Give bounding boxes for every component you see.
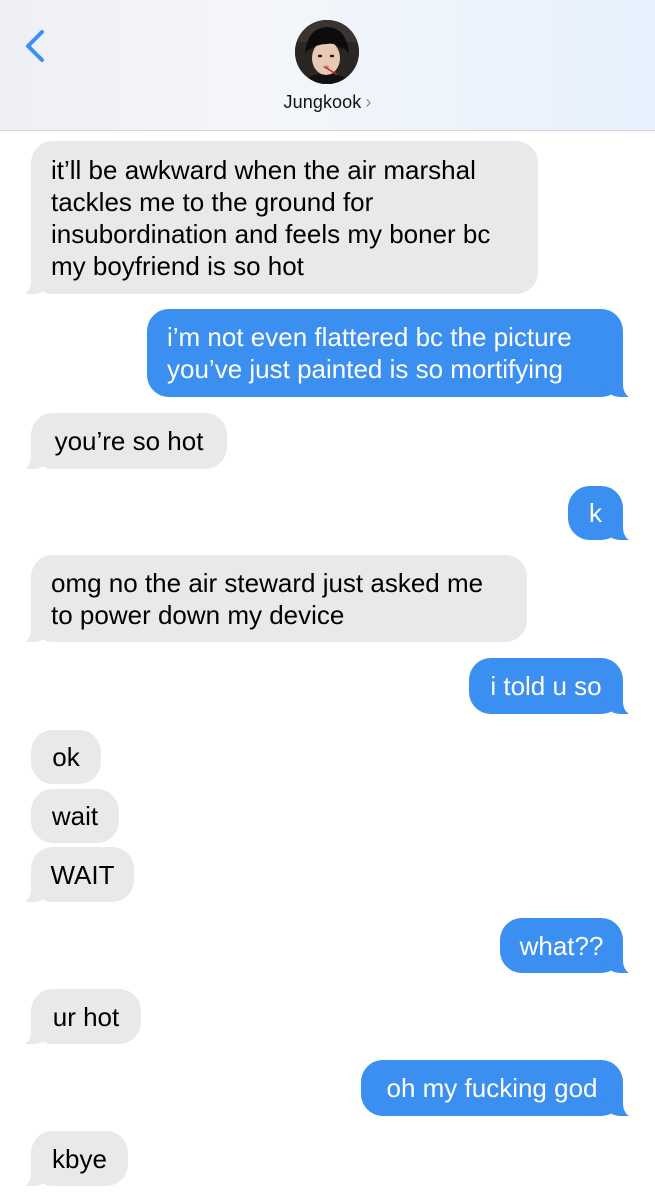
message-text: it’ll be awkward when the air marshal	[51, 154, 476, 185]
message-text: you’re so hot	[54, 426, 204, 456]
received-message-bubble[interactable]: kbye	[9, 1131, 128, 1188]
contact-name-button[interactable]: Jungkook ›	[0, 92, 655, 113]
message-text: you’ve just painted is so mortifying	[167, 354, 563, 384]
sent-message-bubble[interactable]: k	[568, 486, 645, 542]
received-message-bubble[interactable]: ur hot	[9, 989, 141, 1046]
message-text: WAIT	[50, 859, 115, 890]
message-text: i told u so	[490, 671, 602, 701]
chevron-left-icon[interactable]	[22, 28, 52, 64]
received-message-bubble[interactable]: wait	[31, 789, 119, 843]
message-text: ok	[52, 742, 80, 772]
message-text: i’m not even flattered bc the picture	[167, 322, 572, 352]
message-text: oh my fucking god	[386, 1073, 598, 1103]
chevron-right-icon: ›	[365, 92, 372, 112]
message-text: ur hot	[52, 1001, 120, 1032]
avatar[interactable]	[295, 20, 359, 84]
message-text: to power down my device	[51, 599, 345, 630]
message-text: kbye	[52, 1143, 107, 1174]
message-text: k	[589, 498, 602, 528]
received-message-bubble[interactable]: it’ll be awkward when the air marshal tac…	[9, 141, 538, 296]
sent-message-bubble[interactable]: i’m not even flattered bc the picture you…	[147, 309, 645, 399]
received-message-bubble[interactable]: WAIT	[9, 847, 134, 904]
sent-message-bubble[interactable]: oh my fucking god	[361, 1060, 645, 1118]
message-text: tackles me to the ground for	[51, 186, 374, 217]
sent-message-bubble[interactable]: i told u so	[469, 658, 645, 716]
sent-message-bubble[interactable]: what??	[500, 918, 645, 975]
received-message-bubble[interactable]: omg no the air steward just asked me to p…	[9, 555, 527, 644]
message-text: what??	[519, 930, 604, 961]
message-text: insubordination and feels my boner bc	[51, 218, 491, 249]
message-text: wait	[51, 801, 99, 831]
received-message-bubble[interactable]: you’re so hot	[9, 413, 227, 471]
received-message-bubble[interactable]: ok	[31, 730, 101, 784]
contact-name: Jungkook	[283, 92, 362, 112]
conversation-header: Jungkook ›	[0, 0, 655, 131]
message-text: my boyfriend is so hot	[51, 250, 304, 281]
message-text: omg no the air steward just asked me	[51, 567, 484, 598]
